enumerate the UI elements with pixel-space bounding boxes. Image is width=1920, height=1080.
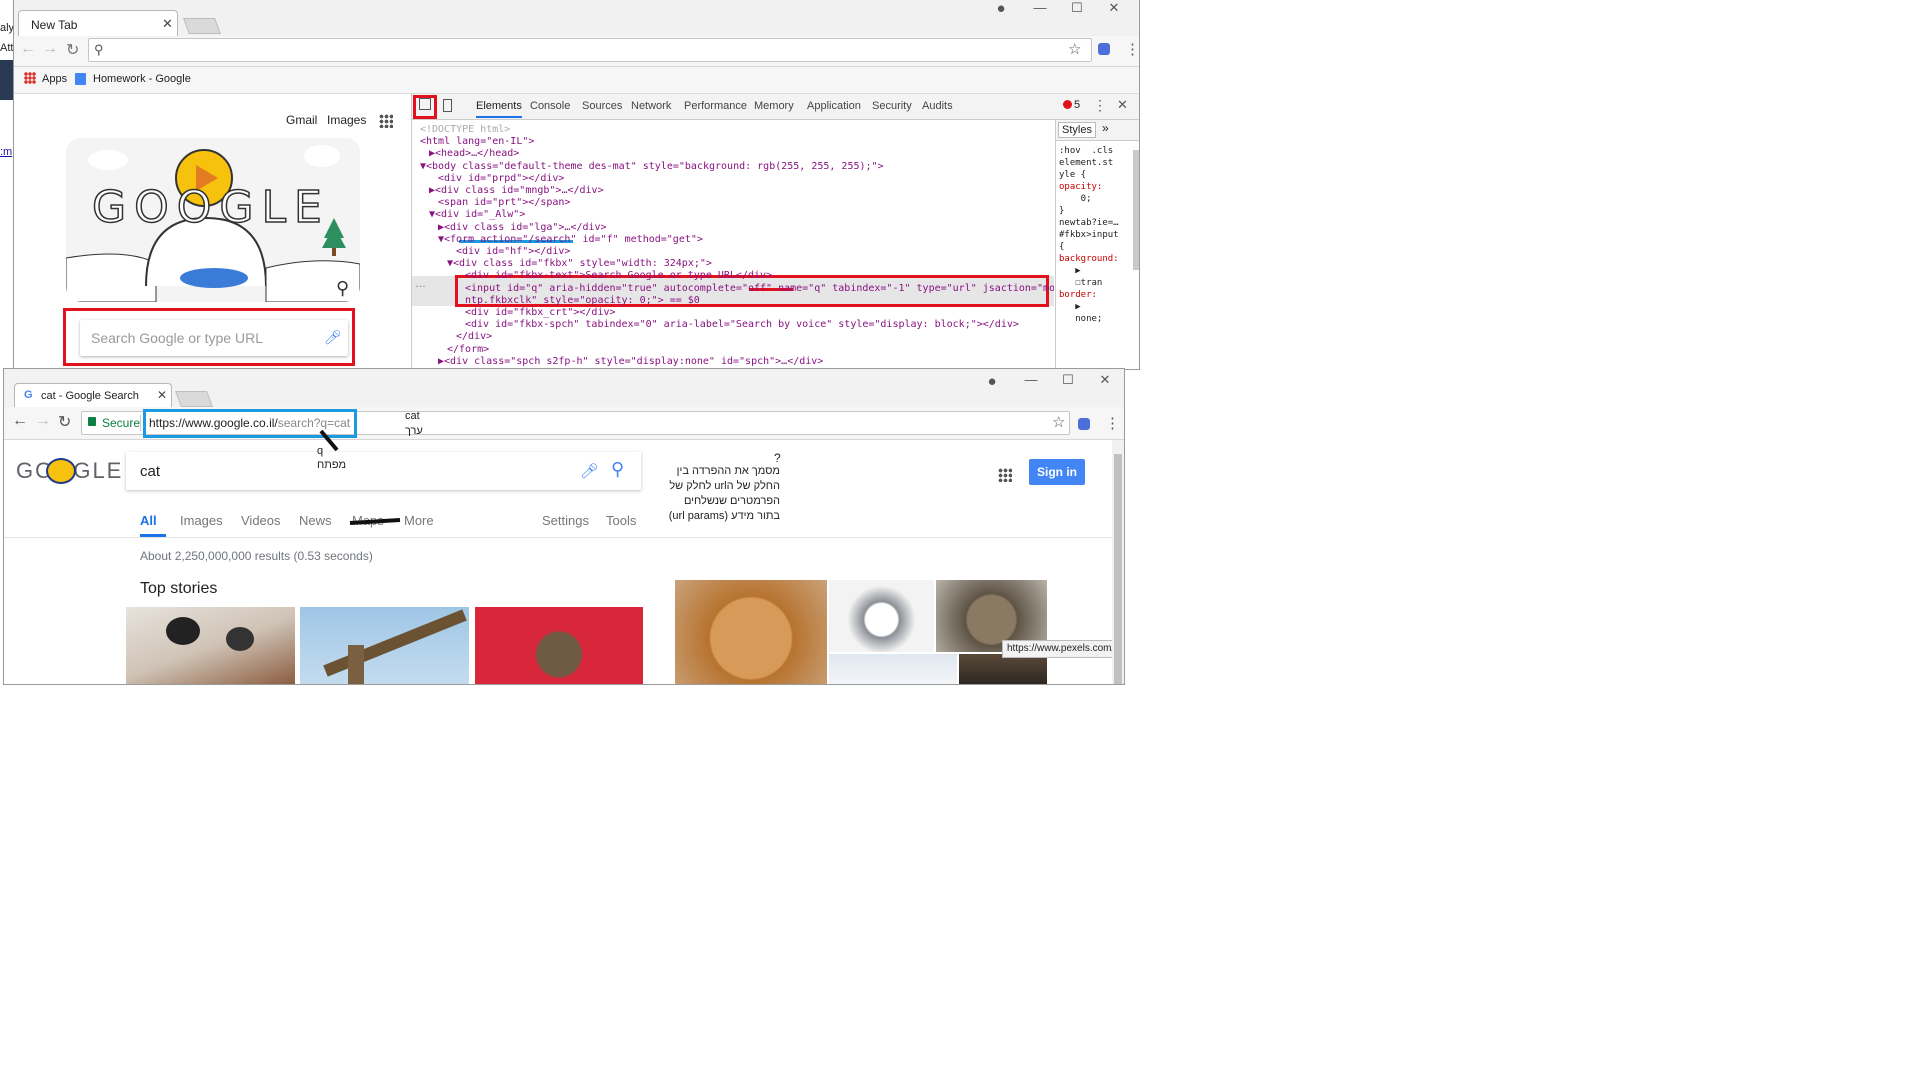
key-arrow-line bbox=[319, 429, 339, 452]
annotation-key-label: מפתח bbox=[317, 459, 347, 471]
annotation-question-mark: ? bbox=[774, 451, 781, 465]
value-arrow-line bbox=[349, 518, 401, 525]
annotation-value-label: ערך bbox=[405, 425, 423, 437]
annotation-value-word: cat bbox=[405, 410, 420, 422]
annotation-key-word: q bbox=[317, 445, 324, 457]
annotation-arrows bbox=[319, 429, 401, 525]
annotation-question-line: בתור מידע (url params) bbox=[668, 510, 780, 522]
annotation-question-line: מסמך את ההפרדה בין bbox=[676, 465, 780, 477]
annotation-question-line: החלק של הurl לחלק של bbox=[669, 480, 780, 492]
annotation-question-line: הפרמטרים שנשלחים bbox=[683, 495, 780, 507]
annotation-question-text: מסמך את ההפרדה בין החלק של הurl לחלק של הפ… bbox=[660, 464, 780, 524]
